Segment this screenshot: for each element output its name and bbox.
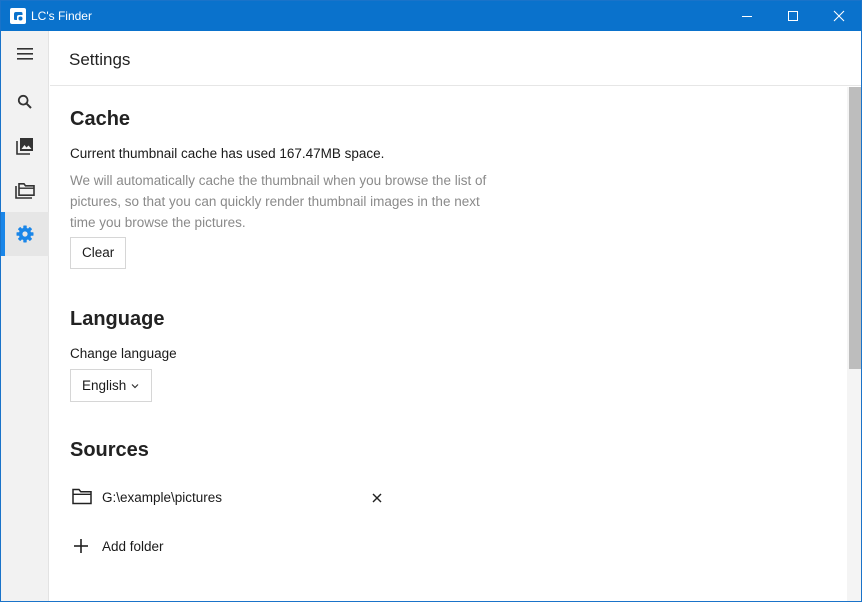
remove-source-icon[interactable] [370,491,384,505]
page-header: Settings [50,31,861,86]
maximize-button[interactable] [770,1,816,31]
sidebar-item-search[interactable] [1,80,49,124]
scrollbar-thumb[interactable] [849,87,861,369]
folders-icon [15,182,35,199]
sources-heading: Sources [70,439,149,461]
sidebar-item-folders[interactable] [1,168,49,212]
window-title: LC's Finder [31,9,92,23]
add-folder-label: Add folder [102,539,164,554]
app-window: LC's Finder Settings Cache Current thumb… [0,0,862,602]
change-language-label: Change language [70,346,177,361]
settings-content: Cache Current thumbnail cache has used 1… [50,87,847,601]
cache-heading: Cache [70,108,131,130]
chevron-down-icon [131,383,139,388]
language-selected-value: English [82,378,127,393]
title-bar[interactable]: LC's Finder [1,1,861,31]
app-logo-icon [10,8,26,24]
close-button[interactable] [816,1,862,31]
hamburger-icon [17,48,33,60]
sidebar-item-settings[interactable] [1,212,49,256]
page-title: Settings [69,50,131,69]
search-icon [17,94,32,109]
gear-icon [16,225,34,243]
language-heading: Language [70,308,165,330]
clear-cache-button[interactable]: Clear [70,237,127,269]
minimize-icon [742,16,752,17]
source-path: G:\example\pictures [102,490,223,505]
maximize-icon [788,11,798,21]
sidebar-item-menu[interactable] [1,32,49,76]
close-icon [833,10,845,22]
cache-description: We will automatically cache the thumbnai… [70,173,487,230]
sidebar-nav [1,31,49,601]
source-item: G:\example\pictures [70,487,390,509]
cache-usage-text: Current thumbnail cache has used 167.47M… [70,146,385,161]
folder-icon [72,488,92,505]
language-select[interactable]: English [70,369,153,402]
images-icon [16,138,33,155]
sidebar-item-images[interactable] [1,124,49,168]
plus-icon [74,539,88,553]
minimize-button[interactable] [724,1,770,31]
